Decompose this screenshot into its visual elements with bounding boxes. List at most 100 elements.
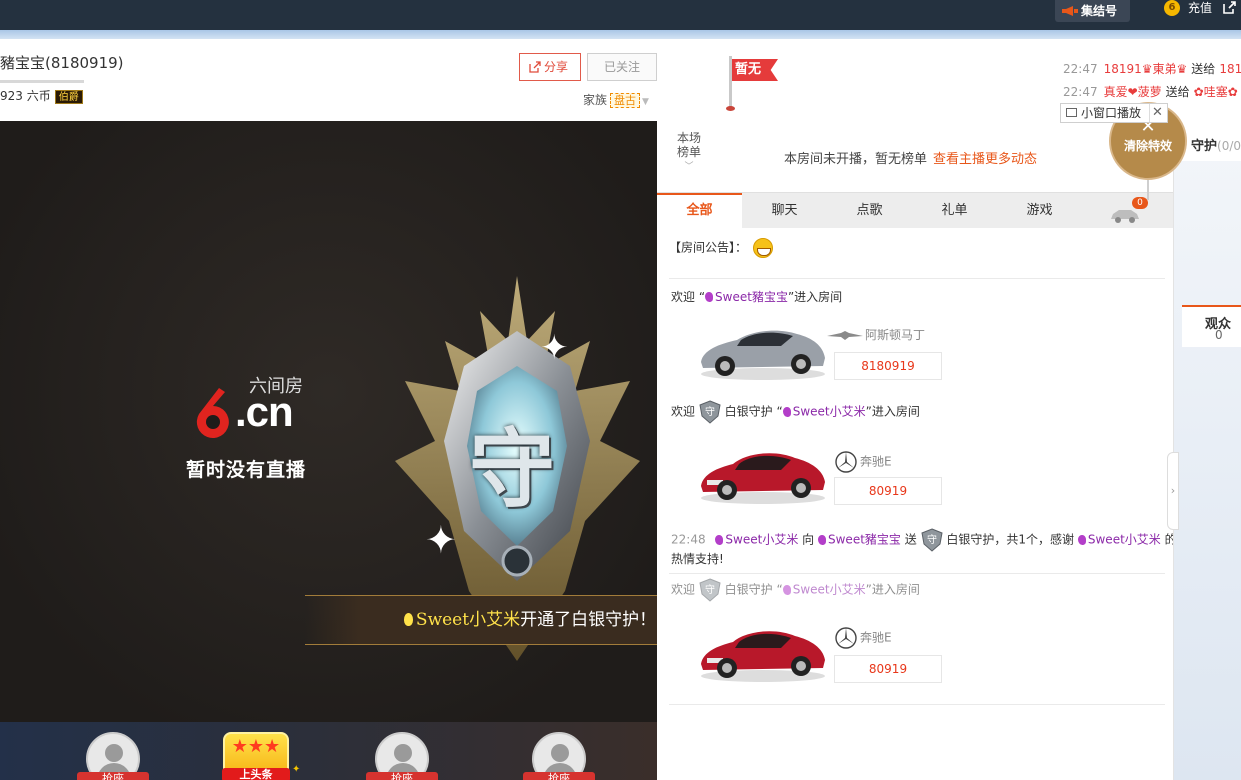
anchor-name[interactable]: 豬宝宝(8180919) [0,52,124,73]
heart-icon [818,534,826,545]
collapse-handle[interactable]: › [1167,452,1179,530]
rank-tab-line1: 本场 [676,131,701,145]
chat-list[interactable]: 【房间公告】： 欢迎 “Sweet豬宝宝”进入房间 阿斯顿马丁 8180919 … [657,228,1173,780]
mini-window-label: 小窗口播放 [1081,106,1142,120]
guard-title: 白银守护 [724,404,773,419]
chat-tabs: 全部 聊天 点歌 礼单 游戏 0 [657,192,1173,229]
close-icon[interactable]: ✕ [1149,104,1165,122]
mini-window-tooltip[interactable]: 小窗口播放 ✕ [1060,103,1168,123]
smile-emoji-icon [753,238,774,258]
grab-seat-button[interactable]: 抢座 [366,772,438,780]
guard-count: (0/0 [1217,139,1241,153]
video-player[interactable]: 六间房 .cn 暂时没有直播 守 ✦ ✦ Sweet小艾米开通了白银守护！ [0,121,657,722]
guard-tab[interactable]: 守护(0/0 [1191,135,1241,154]
grab-seat-button[interactable]: 抢座 [523,772,595,780]
chat-username[interactable]: Sweet小艾米 [793,583,866,597]
chat-username[interactable]: Sweet小艾米 [793,405,866,419]
enter-text: 进入房间 [794,290,843,304]
logo-cn-text: .cn [235,388,294,435]
heart-icon [1077,534,1086,545]
gift-feed-sender[interactable]: 真爱❤菠萝 [1104,85,1162,99]
share-button[interactable]: 分享 [519,53,581,81]
share-label: 分享 [544,60,569,74]
aston-martin-logo-icon [827,330,863,340]
gift-tail: 的 [1164,532,1173,547]
tab-gifts[interactable]: 礼单 [912,193,997,229]
tab-games[interactable]: 游戏 [997,193,1082,229]
rank-empty-text: 本房间未开播，暂无榜单 [784,152,928,167]
coins-text: 923 六币 [0,89,51,103]
gift-feed-item: 22:47 真爱❤菠萝 送给 ✿哇塞✿ [1063,83,1238,99]
tab-song[interactable]: 点歌 [827,193,912,229]
audience-count: 0 [1215,328,1223,342]
gift-feed-receiver[interactable]: ✿哇塞✿ [1194,85,1238,99]
gift-feed-receiver[interactable]: 1819 [1219,62,1241,76]
chat-username[interactable]: Sweet小艾米 [1088,533,1161,547]
sparkle-icon: ✦ [425,518,457,562]
car-brand: 阿斯顿马丁 [827,326,925,343]
toutiao-button[interactable]: 上头条 [222,768,290,780]
message-time: 22:48 [671,532,706,547]
heart-icon [782,584,791,595]
car-owner-id[interactable]: 8180919 [834,352,942,380]
notice-label: 【房间公告】： [669,240,748,255]
car-icon[interactable] [1109,207,1141,223]
tab-chat[interactable]: 聊天 [742,193,827,229]
car-brand: 奔驰E [834,626,892,650]
sparkle-icon: ✦ [540,328,569,368]
announce-user[interactable]: Sweet小艾米 [416,610,520,630]
heart-icon [782,406,791,417]
silver-guard-icon: 守 [699,578,721,602]
chat-panel: 本场 榜单 ﹀ 本房间未开播，暂无榜单 查看主播更多动态 全部 聊天 点歌 礼单 … [657,121,1173,780]
silver-guard-icon: 守 [699,400,721,424]
car-brand-text: 奔驰E [860,454,892,469]
gift-feed-time: 22:47 [1063,85,1098,99]
horn-icon [1062,6,1078,16]
to-word: 向 [802,532,815,547]
divider [669,573,1165,574]
car-brand-text: 奔驰E [860,630,892,645]
svg-text:守: 守 [705,583,715,596]
aston-martin-car-icon [701,330,825,380]
rank-flag[interactable]: 暂无 [732,59,778,81]
grab-seat-button[interactable]: 抢座 [77,772,149,780]
recharge-button[interactable]: 6 充值 [1162,0,1212,16]
room-notice: 【房间公告】： [669,238,774,258]
clear-effects-label: 清除特效 [1123,139,1172,153]
svg-text:守: 守 [927,533,937,546]
announce-text: Sweet小艾米开通了白银守护！ [305,596,657,646]
mercedes-car-icon [701,631,825,682]
no-live-text: 暂时没有直播 [186,459,307,481]
chat-username[interactable]: Sweet小艾米 [725,533,798,547]
rank-message: 本房间未开播，暂无榜单 查看主播更多动态 [784,148,1037,167]
car-owner-id[interactable]: 80919 [834,477,942,505]
gather-label: 集结号 [1081,4,1118,18]
welcome-text: 欢迎 [671,582,696,597]
anchor-more-link[interactable]: 查看主播更多动态 [933,152,1037,167]
shield-char: 守 [469,419,555,520]
mercedes-car-icon [701,453,825,504]
nav-strip [0,30,1241,39]
gift-feed-verb: 送给 [1191,62,1216,76]
guard-title: 白银守护 [724,582,773,597]
mercedes-logo-icon [835,451,857,473]
family-info[interactable]: 家族 盘古 ▼ [583,91,649,108]
rank-tab[interactable]: 本场 榜单 ﹀ [671,131,707,174]
follow-button[interactable]: 已关注 [587,53,657,81]
gift-message: 22:48 Sweet小艾米 向 Sweet豬宝宝 送 守 白银守护，共1个，感… [671,528,1173,552]
side-column: 守护(0/0 观众 0 [1173,121,1241,780]
gift-feed-sender[interactable]: 18191♛東弟♛ [1104,62,1188,76]
car-owner-id[interactable]: 80919 [834,655,942,683]
family-tag[interactable]: 盘古 [610,93,641,108]
flag-pole-base [726,106,735,111]
external-link-icon[interactable] [1222,1,1236,15]
tab-all[interactable]: 全部 [657,193,742,229]
flag-pole [729,56,732,108]
rank-tab-line2: 榜单 [676,145,701,159]
tv-icon [1066,108,1077,117]
chat-username[interactable]: Sweet豬宝宝 [715,290,788,304]
gather-button[interactable]: 集结号 [1055,0,1130,22]
car-brand: 奔驰E [834,450,892,474]
welcome-text: 欢迎 [671,290,696,304]
chat-username[interactable]: Sweet豬宝宝 [828,533,901,547]
